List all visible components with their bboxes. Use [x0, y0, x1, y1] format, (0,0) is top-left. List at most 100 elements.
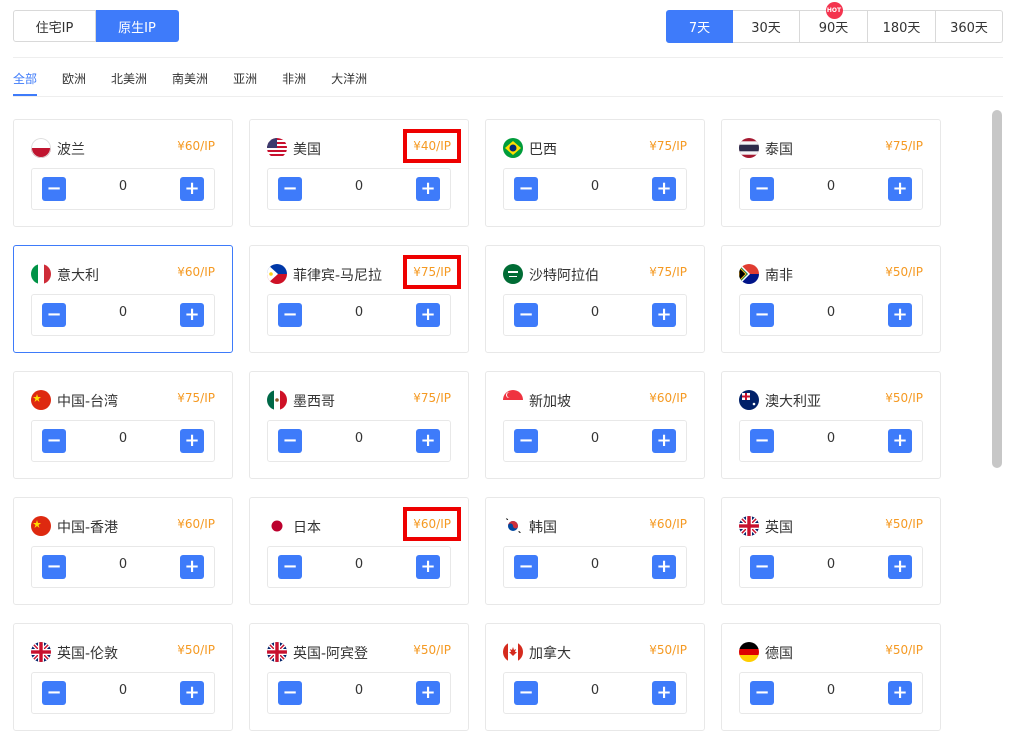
increment-button[interactable]: + — [888, 303, 912, 327]
increment-button[interactable]: + — [652, 681, 676, 705]
scrollbar[interactable] — [992, 110, 1002, 468]
country-card[interactable]: 澳大利亚 ¥50/IP − 0 + — [721, 371, 941, 479]
country-card[interactable]: 韩国 ¥60/IP − 0 + — [485, 497, 705, 605]
country-card[interactable]: 英国 ¥50/IP − 0 + — [721, 497, 941, 605]
region-tab-all[interactable]: 全部 — [13, 70, 38, 96]
increment-button[interactable]: + — [652, 429, 676, 453]
region-tab-africa[interactable]: 非洲 — [282, 70, 306, 96]
quantity-value[interactable]: 0 — [811, 431, 851, 446]
increment-button[interactable]: + — [180, 303, 204, 327]
ip-type-native[interactable]: 原生IP — [96, 10, 179, 42]
quantity-value[interactable]: 0 — [339, 431, 379, 446]
country-card[interactable]: 德国 ¥50/IP − 0 + — [721, 623, 941, 731]
increment-button[interactable]: + — [416, 555, 440, 579]
country-name: 英国-伦敦 — [57, 646, 119, 662]
decrement-button[interactable]: − — [750, 303, 774, 327]
increment-button[interactable]: + — [652, 177, 676, 201]
decrement-button[interactable]: − — [514, 555, 538, 579]
increment-button[interactable]: + — [888, 429, 912, 453]
increment-button[interactable]: + — [180, 555, 204, 579]
quantity-value[interactable]: 0 — [575, 179, 615, 194]
china-flag-icon — [31, 390, 51, 410]
quantity-value[interactable]: 0 — [103, 179, 143, 194]
decrement-button[interactable]: − — [278, 555, 302, 579]
region-tab-north-america[interactable]: 北美洲 — [111, 70, 147, 96]
increment-button[interactable]: + — [652, 555, 676, 579]
decrement-button[interactable]: − — [750, 429, 774, 453]
country-card[interactable]: 墨西哥 ¥75/IP − 0 + — [249, 371, 469, 479]
quantity-value[interactable]: 0 — [339, 305, 379, 320]
country-card[interactable]: 日本 ¥60/IP − 0 + — [249, 497, 469, 605]
region-tab-asia[interactable]: 亚洲 — [233, 70, 257, 96]
increment-button[interactable]: + — [652, 303, 676, 327]
decrement-button[interactable]: − — [514, 303, 538, 327]
quantity-value[interactable]: 0 — [339, 557, 379, 572]
quantity-value[interactable]: 0 — [811, 179, 851, 194]
increment-button[interactable]: + — [888, 555, 912, 579]
country-card[interactable]: 新加坡 ¥60/IP − 0 + — [485, 371, 705, 479]
decrement-button[interactable]: − — [750, 177, 774, 201]
decrement-button[interactable]: − — [42, 429, 66, 453]
country-card[interactable]: 菲律宾-马尼拉 ¥75/IP − 0 + — [249, 245, 469, 353]
country-card[interactable]: 波兰 ¥60/IP − 0 + — [13, 119, 233, 227]
decrement-button[interactable]: − — [514, 429, 538, 453]
quantity-value[interactable]: 0 — [575, 305, 615, 320]
increment-button[interactable]: + — [180, 681, 204, 705]
period-360d[interactable]: 360天 — [936, 10, 1003, 43]
country-card[interactable]: 中国-香港 ¥60/IP − 0 + — [13, 497, 233, 605]
increment-button[interactable]: + — [180, 429, 204, 453]
country-card[interactable]: 中国-台湾 ¥75/IP − 0 + — [13, 371, 233, 479]
country-card[interactable]: 英国-伦敦 ¥50/IP − 0 + — [13, 623, 233, 731]
increment-button[interactable]: + — [888, 177, 912, 201]
region-tab-oceania[interactable]: 大洋洲 — [331, 70, 367, 96]
quantity-value[interactable]: 0 — [103, 683, 143, 698]
decrement-button[interactable]: − — [278, 681, 302, 705]
period-90d[interactable]: 90天 HOT — [800, 2, 868, 43]
quantity-value[interactable]: 0 — [339, 179, 379, 194]
ip-type-residential[interactable]: 住宅IP — [13, 10, 96, 42]
region-tab-europe[interactable]: 欧洲 — [62, 70, 86, 96]
country-card[interactable]: 南非 ¥50/IP − 0 + — [721, 245, 941, 353]
decrement-button[interactable]: − — [514, 177, 538, 201]
quantity-value[interactable]: 0 — [103, 431, 143, 446]
decrement-button[interactable]: − — [42, 303, 66, 327]
quantity-value[interactable]: 0 — [575, 557, 615, 572]
increment-button[interactable]: + — [416, 303, 440, 327]
quantity-value[interactable]: 0 — [103, 305, 143, 320]
increment-button[interactable]: + — [416, 681, 440, 705]
decrement-button[interactable]: − — [42, 555, 66, 579]
increment-button[interactable]: + — [180, 177, 204, 201]
country-card[interactable]: 意大利 ¥60/IP − 0 + — [13, 245, 233, 353]
period-180d[interactable]: 180天 — [868, 10, 936, 43]
quantity-value[interactable]: 0 — [103, 557, 143, 572]
quantity-value[interactable]: 0 — [575, 431, 615, 446]
country-card[interactable]: 沙特阿拉伯 ¥75/IP − 0 + — [485, 245, 705, 353]
country-name: 中国-台湾 — [57, 394, 119, 410]
quantity-value[interactable]: 0 — [575, 683, 615, 698]
decrement-button[interactable]: − — [278, 429, 302, 453]
quantity-value[interactable]: 0 — [339, 683, 379, 698]
quantity-value[interactable]: 0 — [811, 557, 851, 572]
increment-button[interactable]: + — [416, 429, 440, 453]
decrement-button[interactable]: − — [278, 177, 302, 201]
increment-button[interactable]: + — [888, 681, 912, 705]
period-selector: 7天 30天 90天 HOT 180天 360天 — [666, 2, 1003, 43]
decrement-button[interactable]: − — [750, 555, 774, 579]
quantity-value[interactable]: 0 — [811, 683, 851, 698]
decrement-button[interactable]: − — [278, 303, 302, 327]
country-card[interactable]: 英国-阿宾登 ¥50/IP − 0 + — [249, 623, 469, 731]
country-card[interactable]: 巴西 ¥75/IP − 0 + — [485, 119, 705, 227]
decrement-button[interactable]: − — [750, 681, 774, 705]
increment-button[interactable]: + — [416, 177, 440, 201]
decrement-button[interactable]: − — [514, 681, 538, 705]
decrement-button[interactable]: − — [42, 177, 66, 201]
quantity-value[interactable]: 0 — [811, 305, 851, 320]
period-30d[interactable]: 30天 — [733, 10, 800, 43]
decrement-button[interactable]: − — [42, 681, 66, 705]
region-tab-south-america[interactable]: 南美洲 — [172, 70, 208, 96]
period-7d[interactable]: 7天 — [666, 10, 733, 43]
philippines-flag-icon — [267, 264, 287, 284]
country-card[interactable]: 美国 ¥40/IP − 0 + — [249, 119, 469, 227]
country-card[interactable]: 加拿大 ¥50/IP − 0 + — [485, 623, 705, 731]
country-card[interactable]: 泰国 ¥75/IP − 0 + — [721, 119, 941, 227]
